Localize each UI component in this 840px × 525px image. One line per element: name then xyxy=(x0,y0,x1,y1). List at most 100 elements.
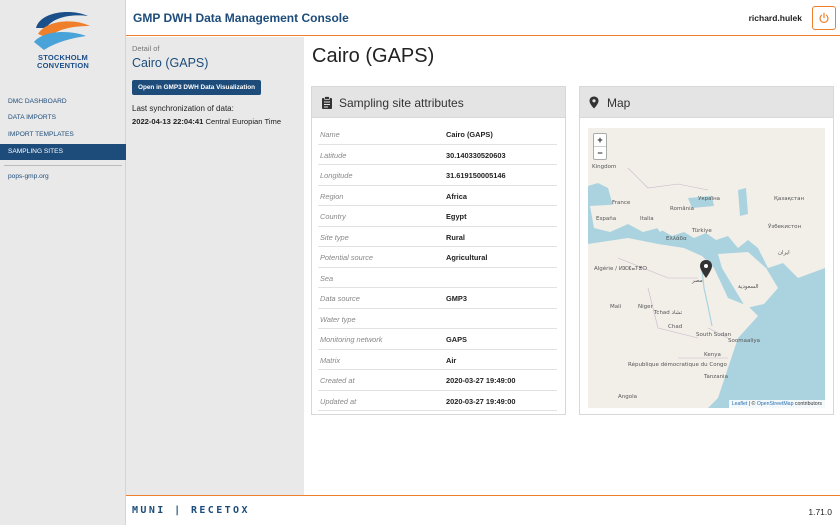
zoom-out-button[interactable]: − xyxy=(594,147,606,160)
attribute-row: Name Cairo (GAPS) xyxy=(318,124,557,145)
attribute-value: 31.619150005146 xyxy=(446,171,506,180)
attribute-key: Region xyxy=(320,191,344,201)
attribution-separator: | © xyxy=(747,401,757,407)
attribute-key: Potential source xyxy=(320,253,373,262)
card-header: Sampling site attributes xyxy=(312,87,565,118)
attribute-value: Egypt xyxy=(446,212,467,221)
map-label: Mali xyxy=(610,304,622,310)
attribute-row: Data source GMP3 xyxy=(318,288,557,309)
logo-text: STOCKHOLM CONVENTION xyxy=(0,54,126,70)
attribute-value: 30.140330520603 xyxy=(446,150,506,160)
attribution-tail: contributors xyxy=(793,401,822,407)
map-label: France xyxy=(612,200,631,206)
attribute-value: 2020-03-27 19:49:00 xyxy=(446,376,516,385)
sidebar-divider xyxy=(4,165,122,166)
map-card: Map Kingdom France España Italia România… xyxy=(579,86,834,415)
leaflet-link[interactable]: Leaflet xyxy=(732,401,748,407)
detail-panel: Detail of Cairo (GAPS) Open in GMP3 DWH … xyxy=(126,37,304,495)
open-visualization-button[interactable]: Open in GMP3 DWH Data Visualization xyxy=(132,80,261,95)
attribute-value: Africa xyxy=(446,191,467,201)
attribute-key: Name xyxy=(320,130,340,139)
attribute-key: Matrix xyxy=(320,355,341,365)
attribute-row: Updated at 2020-03-27 19:49:00 xyxy=(318,391,557,411)
footer: MUNI | RECETOX 1.71.0 xyxy=(126,495,840,525)
map-label: السعودية xyxy=(738,284,759,290)
attribute-key: Latitude xyxy=(320,150,347,160)
zoom-control: + − xyxy=(593,133,607,160)
pops-gmp-link[interactable]: pops-gmp.org xyxy=(8,173,49,180)
sync-value: 2022-04-13 22:04:41 Central Europian Tim… xyxy=(132,117,281,126)
attribute-value: Air xyxy=(446,355,457,365)
map-label: Algérie / ⵍⵣⵣⴰⵢⴻⵔ xyxy=(594,265,647,272)
app-title: GMP DWH Data Management Console xyxy=(133,11,349,25)
stockholm-convention-logo[interactable] xyxy=(30,6,96,54)
detail-site-name: Cairo (GAPS) xyxy=(132,56,209,70)
page-title: Cairo (GAPS) xyxy=(312,45,435,67)
detail-caption: Detail of xyxy=(132,44,160,53)
attribute-value: Cairo (GAPS) xyxy=(446,130,493,139)
attribute-row: Potential source Agricultural xyxy=(318,247,557,268)
map-label: Ўзбекистон xyxy=(768,223,802,230)
map-label: Soomaaliya xyxy=(728,338,760,344)
sync-label: Last synchronization of data: xyxy=(132,104,234,113)
map-view[interactable]: Kingdom France España Italia România Укр… xyxy=(588,128,825,408)
osm-link[interactable]: OpenStreetMap xyxy=(757,401,794,407)
map-tiles: Kingdom France España Italia România Укр… xyxy=(588,128,825,408)
map-label: ایران xyxy=(778,250,790,256)
card-header: Map xyxy=(580,87,833,118)
attribute-key: Site type xyxy=(320,232,349,242)
app-version: 1.71.0 xyxy=(808,507,832,517)
sidebar-item-dmc-dashboard[interactable]: DMC DASHBOARD xyxy=(0,94,126,110)
logo-line-2: CONVENTION xyxy=(36,61,89,70)
attribute-row: Sea xyxy=(318,268,557,288)
logout-button[interactable] xyxy=(812,6,836,30)
sidebar-item-data-imports[interactable]: DATA IMPORTS xyxy=(0,110,126,126)
attribute-value: GAPS xyxy=(446,335,467,344)
sidebar-item-import-templates[interactable]: IMPORT TEMPLATES xyxy=(0,127,126,143)
attribute-row: Water type xyxy=(318,309,557,329)
sidebar-item-sampling-sites[interactable]: SAMPLING SITES xyxy=(0,144,126,160)
map-label: România xyxy=(670,205,694,212)
top-bar: GMP DWH Data Management Console richard.… xyxy=(126,0,840,36)
map-label: Kenya xyxy=(704,352,721,358)
attributes-table: Name Cairo (GAPS) Latitude 30.140330520603 L… xyxy=(318,124,557,411)
map-label: Қазақстан xyxy=(774,196,804,202)
attribute-value: Rural xyxy=(446,232,465,242)
attribute-row: Longitude 31.619150005146 xyxy=(318,165,557,186)
map-label: Türkiye xyxy=(691,228,712,234)
power-icon xyxy=(819,12,829,23)
map-label: Kingdom xyxy=(592,164,616,170)
map-label: Angola xyxy=(618,394,637,400)
map-label: Niger xyxy=(638,304,654,310)
map-label: España xyxy=(596,216,616,222)
attribute-key: Country xyxy=(320,212,346,221)
map-label: Україна xyxy=(698,196,720,202)
sidebar: STOCKHOLM CONVENTION DMC DASHBOARD DATA … xyxy=(0,0,126,525)
zoom-in-button[interactable]: + xyxy=(594,134,606,147)
attribute-row: Created at 2020-03-27 19:49:00 xyxy=(318,370,557,391)
attribute-row: Matrix Air xyxy=(318,350,557,370)
map-label: South Sudan xyxy=(696,332,732,338)
sampling-site-attributes-card: Sampling site attributes Name Cairo (GAPS… xyxy=(311,86,566,415)
attribute-key: Created at xyxy=(320,376,355,385)
card-title: Map xyxy=(607,96,631,110)
attribute-value: Agricultural xyxy=(446,253,488,262)
attribute-value: GMP3 xyxy=(446,294,467,303)
map-label: مصر xyxy=(691,278,703,284)
attribute-key: Longitude xyxy=(320,171,353,180)
card-title: Sampling site attributes xyxy=(339,96,464,110)
attribute-key: Monitoring network xyxy=(320,335,383,344)
map-label: Tchad تشاد xyxy=(653,310,683,316)
map-label: République démocratique du Congo xyxy=(628,361,728,368)
username[interactable]: richard.hulek xyxy=(749,13,802,23)
attribute-key: Data source xyxy=(320,294,360,303)
attribute-row: Monitoring network GAPS xyxy=(318,329,557,350)
map-attribution: Leaflet | © OpenStreetMap contributors xyxy=(728,400,825,408)
map-label: Italia xyxy=(640,216,654,222)
map-label: Chad xyxy=(668,324,682,330)
sync-timezone: Central Europian Time xyxy=(205,117,282,126)
attribute-row: Region Africa xyxy=(318,186,557,206)
muni-recetox-logo[interactable]: MUNI | RECETOX xyxy=(132,505,250,516)
sync-datetime: 2022-04-13 22:04:41 xyxy=(132,117,204,126)
attribute-key: Updated at xyxy=(320,396,357,406)
